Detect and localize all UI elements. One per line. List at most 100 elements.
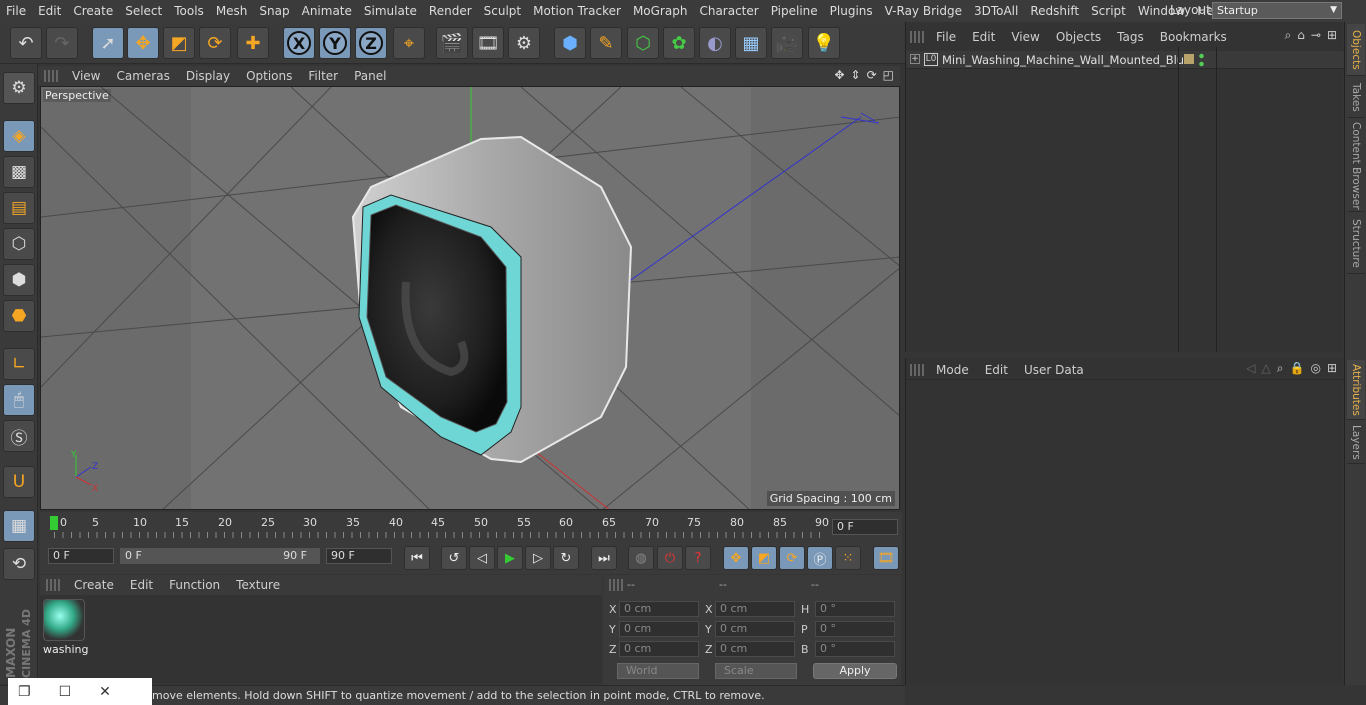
move-icon[interactable]: ✥ <box>127 27 159 59</box>
size-z-field[interactable]: 0 cm <box>715 641 795 657</box>
floor-icon[interactable]: ▦ <box>735 27 767 59</box>
menu-redshift[interactable]: Redshift <box>1024 0 1085 22</box>
edges-mode-icon[interactable]: ⬢ <box>3 264 35 296</box>
size-y-field[interactable]: 0 cm <box>715 621 795 637</box>
menu-file[interactable]: File <box>0 0 32 22</box>
menu-sculpt[interactable]: Sculpt <box>478 0 527 22</box>
add-move-icon[interactable]: ✚ <box>237 27 269 59</box>
scale-dropdown[interactable]: Scale <box>715 663 797 679</box>
restore-icon[interactable]: ❐ <box>18 684 31 700</box>
texture-mode-icon[interactable]: ▩ <box>3 156 35 188</box>
tab-content-browser[interactable]: Content Browser <box>1347 120 1365 212</box>
menu-render[interactable]: Render <box>423 0 478 22</box>
menu-edit[interactable]: Edit <box>32 0 67 22</box>
material-thumbnail[interactable] <box>43 599 85 641</box>
menu-character[interactable]: Character <box>693 0 764 22</box>
panel-grip[interactable] <box>609 579 623 591</box>
apply-button[interactable]: Apply <box>813 663 897 679</box>
lock-icon[interactable]: 🔒 <box>1290 361 1305 376</box>
rotation-b-field[interactable]: 0 ° <box>815 641 895 657</box>
subdivision-icon[interactable]: ⬡ <box>627 27 659 59</box>
menu-snap[interactable]: Snap <box>253 0 295 22</box>
object-menu-bookmarks[interactable]: Bookmarks <box>1152 30 1235 44</box>
material-menu-function[interactable]: Function <box>161 578 228 592</box>
render-picture-queue-icon[interactable]: 🎞 <box>472 27 504 59</box>
layout-select[interactable]: Startup ▼ <box>1212 2 1342 19</box>
new-window-icon[interactable]: ⊞ <box>1327 361 1337 376</box>
viewport-menu-options[interactable]: Options <box>238 69 300 83</box>
visibility-dots-icon[interactable] <box>1199 52 1204 68</box>
current-frame-field[interactable]: 0 F <box>832 519 898 535</box>
solo-icon[interactable]: Ⓢ <box>3 420 35 452</box>
object-menu-tags[interactable]: Tags <box>1109 30 1152 44</box>
make-editable-icon[interactable]: ⚙ <box>3 72 35 104</box>
undo-icon[interactable]: ↶ <box>10 27 42 59</box>
go-to-start-icon[interactable]: ⏮ <box>404 546 430 570</box>
locked-workplane-icon[interactable]: ⟲ <box>3 548 35 580</box>
key-pla-icon[interactable]: ⁙ <box>835 546 861 570</box>
perspective-viewport[interactable]: Y Z X Perspective Grid Spacing : 100 cm <box>40 86 900 510</box>
size-x-field[interactable]: 0 cm <box>715 601 795 617</box>
position-z-field[interactable]: 0 cm <box>619 641 699 657</box>
keyframe-selection-icon[interactable]: ? <box>685 546 711 570</box>
key-scale-icon[interactable]: ◩ <box>751 546 777 570</box>
search-icon[interactable]: ⌕ <box>1285 28 1292 43</box>
render-view-icon[interactable]: 🎬 <box>436 27 468 59</box>
playhead[interactable] <box>50 516 58 530</box>
viewport-menu-cameras[interactable]: Cameras <box>108 69 177 83</box>
menu-vray-bridge[interactable]: V-Ray Bridge <box>879 0 968 22</box>
maximize-icon[interactable]: ◰ <box>883 68 894 82</box>
tab-takes[interactable]: Takes <box>1347 78 1365 118</box>
object-row[interactable]: + L0 Mini_Washing_Machine_Wall_Mounted_B… <box>906 51 1344 69</box>
world-coords-icon[interactable]: ⌖ <box>393 27 425 59</box>
position-y-field[interactable]: 0 cm <box>619 621 699 637</box>
chain-icon[interactable]: ⊸ <box>1311 28 1321 43</box>
timeline-window-icon[interactable]: 🎞 <box>873 546 899 570</box>
redo-icon[interactable]: ↷ <box>46 27 78 59</box>
close-icon[interactable]: ✕ <box>99 684 111 700</box>
menu-create[interactable]: Create <box>67 0 119 22</box>
orbit-icon[interactable]: ⟳ <box>867 68 877 82</box>
timeline-ruler[interactable]: 0 5 10 15 20 25 30 35 40 45 50 55 60 65 … <box>40 512 902 544</box>
home-icon[interactable]: ⌂ <box>1297 28 1305 43</box>
back-arrow-icon[interactable]: ◁ <box>1246 361 1255 376</box>
panel-grip[interactable] <box>910 31 924 43</box>
menu-script[interactable]: Script <box>1085 0 1132 22</box>
model-mode-icon[interactable]: ◈ <box>3 120 35 152</box>
material-menu-edit[interactable]: Edit <box>122 578 161 592</box>
snap-magnet-icon[interactable]: U <box>3 466 35 498</box>
panel-grip[interactable] <box>44 70 58 82</box>
viewport-menu-panel[interactable]: Panel <box>346 69 394 83</box>
tweak-mode-icon[interactable]: 🖱 <box>3 384 35 416</box>
render-settings-icon[interactable]: ⚙ <box>508 27 540 59</box>
new-window-icon[interactable]: ⊞ <box>1327 28 1337 43</box>
up-arrow-icon[interactable]: △ <box>1262 361 1271 376</box>
viewport-menu-filter[interactable]: Filter <box>300 69 346 83</box>
object-menu-objects[interactable]: Objects <box>1048 30 1109 44</box>
record-keys-icon[interactable]: ◍ <box>628 546 654 570</box>
auto-key-icon[interactable]: ⏻ <box>657 546 683 570</box>
search-icon[interactable]: ⌕ <box>1277 361 1284 376</box>
x-axis-lock[interactable]: X <box>283 27 315 59</box>
deformer-icon[interactable]: ◐ <box>699 27 731 59</box>
axis-mode-icon[interactable]: ∟ <box>3 348 35 380</box>
menu-mograph[interactable]: MoGraph <box>627 0 694 22</box>
tab-structure[interactable]: Structure <box>1347 214 1365 274</box>
previous-frame-icon[interactable]: ◁ <box>469 546 495 570</box>
go-to-end-icon[interactable]: ⏭ <box>591 546 617 570</box>
key-position-icon[interactable]: ✥ <box>723 546 749 570</box>
z-axis-lock[interactable]: Z <box>355 27 387 59</box>
object-menu-file[interactable]: File <box>928 30 964 44</box>
expand-icon[interactable]: + <box>910 54 920 64</box>
scale-icon[interactable]: ◩ <box>163 27 195 59</box>
object-name[interactable]: Mini_Washing_Machine_Wall_Mounted_Blue <box>942 53 1191 67</box>
attribute-menu-mode[interactable]: Mode <box>928 363 977 377</box>
y-axis-lock[interactable]: Y <box>319 27 351 59</box>
menu-pipeline[interactable]: Pipeline <box>765 0 824 22</box>
pan-icon[interactable]: ✥ <box>834 68 844 82</box>
tab-attributes[interactable]: Attributes <box>1347 360 1365 420</box>
target-icon[interactable]: ◎ <box>1310 361 1320 376</box>
key-parameter-icon[interactable]: Ⓟ <box>807 546 833 570</box>
rotate-icon[interactable]: ⟳ <box>199 27 231 59</box>
object-menu-view[interactable]: View <box>1003 30 1047 44</box>
